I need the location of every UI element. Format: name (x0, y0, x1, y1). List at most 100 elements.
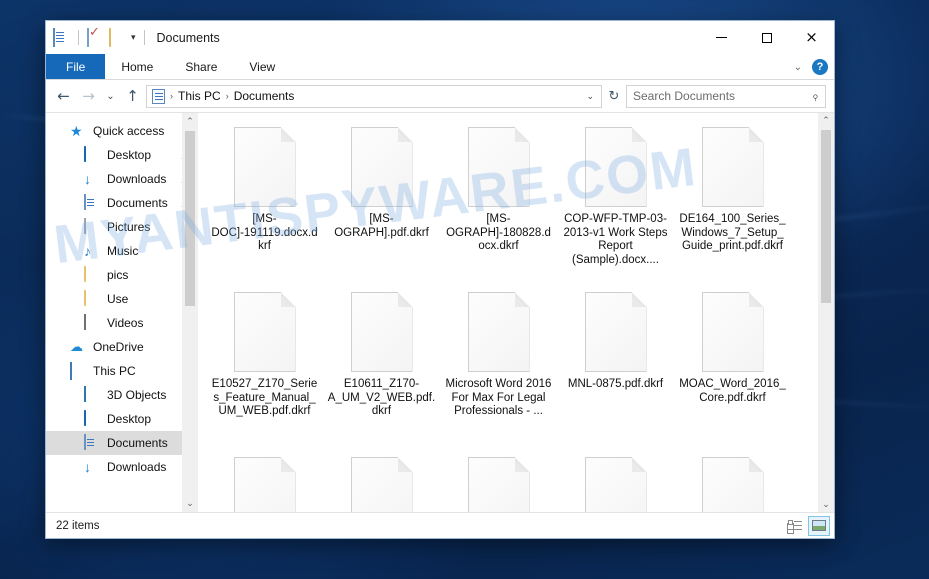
file-tile[interactable] (674, 451, 791, 512)
file-name-label: Microsoft Word 2016 For Max For Legal Pr… (445, 378, 552, 418)
address-bar-row: ← → ⌄ ↑ › This PC › Documents ⌄ ↻ Search… (46, 80, 834, 112)
folder-icon[interactable] (109, 28, 126, 47)
navigation-scrollbar[interactable]: ⌃ ⌄ (182, 113, 198, 512)
expand-ribbon-icon[interactable]: ⌄ (794, 62, 802, 73)
window-body: ★Quick accessDesktop📌↓Downloads📌Document… (46, 112, 834, 512)
tab-view[interactable]: View (233, 54, 291, 79)
close-icon: × (805, 28, 818, 46)
file-explorer-window: ▾ Documents × File Home Share View ⌄ ? ←… (45, 20, 835, 539)
back-button[interactable]: ← (52, 85, 75, 108)
file-tile[interactable]: DE164_100_Series_Windows_7_Setup_Guide_p… (674, 121, 791, 286)
sidebar-item-label: Documents (107, 196, 168, 210)
file-list-pane: [MS-DOC]-191119.docx.dkrf [MS-OGRAPH].pdf… (198, 113, 834, 512)
scroll-up-icon[interactable]: ⌃ (818, 115, 834, 126)
tab-file[interactable]: File (46, 54, 106, 79)
scrollbar-thumb[interactable] (821, 130, 831, 303)
large-icons-view-button[interactable] (808, 515, 830, 536)
file-tile[interactable]: E10611_Z170-A_UM_V2_WEB.pdf.dkrf (323, 286, 440, 451)
tab-share[interactable]: Share (169, 54, 233, 79)
document-icon (84, 194, 100, 211)
file-name-label: MOAC_Word_2016_Core.pdf.dkrf (679, 378, 786, 404)
sidebar-item-pics[interactable]: pics (46, 263, 198, 287)
desktop-icon (84, 410, 100, 427)
blank-document-icon (701, 292, 764, 372)
sidebar-item-downloads[interactable]: ↓ Downloads (46, 455, 198, 479)
sidebar-item-onedrive[interactable]: ☁ OneDrive (46, 335, 198, 359)
sidebar-item-this-pc[interactable]: This PC (46, 359, 198, 383)
blank-document-icon (584, 127, 647, 207)
file-tile[interactable]: MNL-0875.pdf.dkrf (557, 286, 674, 451)
sidebar-item-label: This PC (93, 364, 136, 378)
sidebar-item-documents[interactable]: Documents (46, 431, 198, 455)
blank-document-icon (584, 457, 647, 512)
scroll-up-icon[interactable]: ⌃ (186, 113, 194, 130)
file-tile[interactable] (557, 451, 674, 512)
blank-document-icon (701, 457, 764, 512)
checkbox-icon[interactable] (87, 28, 104, 47)
address-bar[interactable]: › This PC › Documents ⌄ (146, 84, 602, 108)
file-tile[interactable]: [MS-OGRAPH]-180828.docx.dkrf (440, 121, 557, 286)
sidebar-item-music[interactable]: ♪ Music (46, 239, 198, 263)
sidebar-item-videos[interactable]: Videos (46, 311, 198, 335)
scroll-down-icon[interactable]: ⌄ (818, 499, 834, 510)
customize-toolbar-caret-icon[interactable]: ▾ (131, 33, 136, 42)
blank-document-icon (584, 292, 647, 372)
file-tile[interactable] (440, 451, 557, 512)
sidebar-item-desktop[interactable]: Desktop (46, 407, 198, 431)
minimize-button[interactable] (699, 21, 744, 54)
documents-icon (152, 88, 165, 104)
scroll-down-icon[interactable]: ⌄ (186, 495, 194, 512)
breadcrumb-this-pc[interactable]: This PC (178, 89, 221, 103)
up-button[interactable]: ↑ (121, 85, 144, 108)
folder-icon (84, 290, 100, 307)
blank-document-icon (233, 457, 296, 512)
file-tile[interactable]: [MS-OGRAPH].pdf.dkrf (323, 121, 440, 286)
file-name-label: MNL-0875.pdf.dkrf (567, 378, 664, 390)
file-tile[interactable]: Microsoft Word 2016 For Max For Legal Pr… (440, 286, 557, 451)
blank-document-icon (350, 457, 413, 512)
file-name-label: E10611_Z170-A_UM_V2_WEB.pdf.dkrf (327, 378, 436, 418)
properties-icon[interactable] (53, 28, 70, 47)
breadcrumb-documents[interactable]: Documents (234, 89, 295, 103)
content-scrollbar[interactable]: ⌃ ⌄ (818, 113, 834, 512)
title-bar: ▾ Documents × (46, 21, 834, 54)
file-tile[interactable]: [MS-DOC]-191119.docx.dkrf (206, 121, 323, 286)
sidebar-item-label: Downloads (107, 172, 167, 186)
file-tile[interactable]: E10527_Z170_Series_Feature_Manual_UM_WEB… (206, 286, 323, 451)
sidebar-item-use[interactable]: Use (46, 287, 198, 311)
sidebar-item-downloads[interactable]: ↓Downloads📌 (46, 167, 198, 191)
recent-locations-button[interactable]: ⌄ (102, 85, 119, 108)
address-dropdown-icon[interactable]: ⌄ (586, 91, 597, 102)
sidebar-item-label: Desktop (107, 148, 152, 162)
search-box[interactable]: Search Documents ⌕ (626, 84, 826, 108)
sidebar-item-desktop[interactable]: Desktop📌 (46, 143, 198, 167)
file-grid: [MS-DOC]-191119.docx.dkrf [MS-OGRAPH].pdf… (198, 113, 818, 512)
breadcrumb-separator[interactable]: › (224, 91, 231, 101)
status-bar: 22 items (46, 512, 834, 538)
search-input[interactable]: Search Documents (633, 89, 812, 103)
maximize-button[interactable] (744, 21, 789, 54)
download-icon: ↓ (84, 459, 91, 475)
file-tile[interactable] (323, 451, 440, 512)
file-tile[interactable]: MOAC_Word_2016_Core.pdf.dkrf (674, 286, 791, 451)
sidebar-item-pictures[interactable]: Pictures📌 (46, 215, 198, 239)
file-tile[interactable]: COP-WFP-TMP-03-2013-v1 Work Steps Report… (557, 121, 674, 286)
quick-access-toolbar: ▾ (46, 28, 148, 47)
close-button[interactable]: × (789, 21, 834, 54)
help-icon[interactable]: ? (812, 59, 828, 75)
tab-home[interactable]: Home (105, 54, 169, 79)
forward-button[interactable]: → (77, 85, 100, 108)
file-tile[interactable] (206, 451, 323, 512)
sidebar-item-label: OneDrive (93, 340, 144, 354)
sidebar-item-documents[interactable]: Documents📌 (46, 191, 198, 215)
breadcrumb-separator[interactable]: › (168, 91, 175, 101)
refresh-button[interactable]: ↻ (604, 89, 624, 104)
desktop-icon (84, 146, 100, 163)
file-name-label: COP-WFP-TMP-03-2013-v1 Work Steps Report… (563, 213, 668, 266)
blank-document-icon (467, 127, 530, 207)
item-count-label: 22 items (56, 519, 100, 532)
scrollbar-thumb[interactable] (185, 131, 195, 306)
details-view-button[interactable] (784, 516, 806, 536)
sidebar-item-3d-objects[interactable]: 3D Objects (46, 383, 198, 407)
sidebar-item-quick-access[interactable]: ★ Quick access (46, 119, 198, 143)
